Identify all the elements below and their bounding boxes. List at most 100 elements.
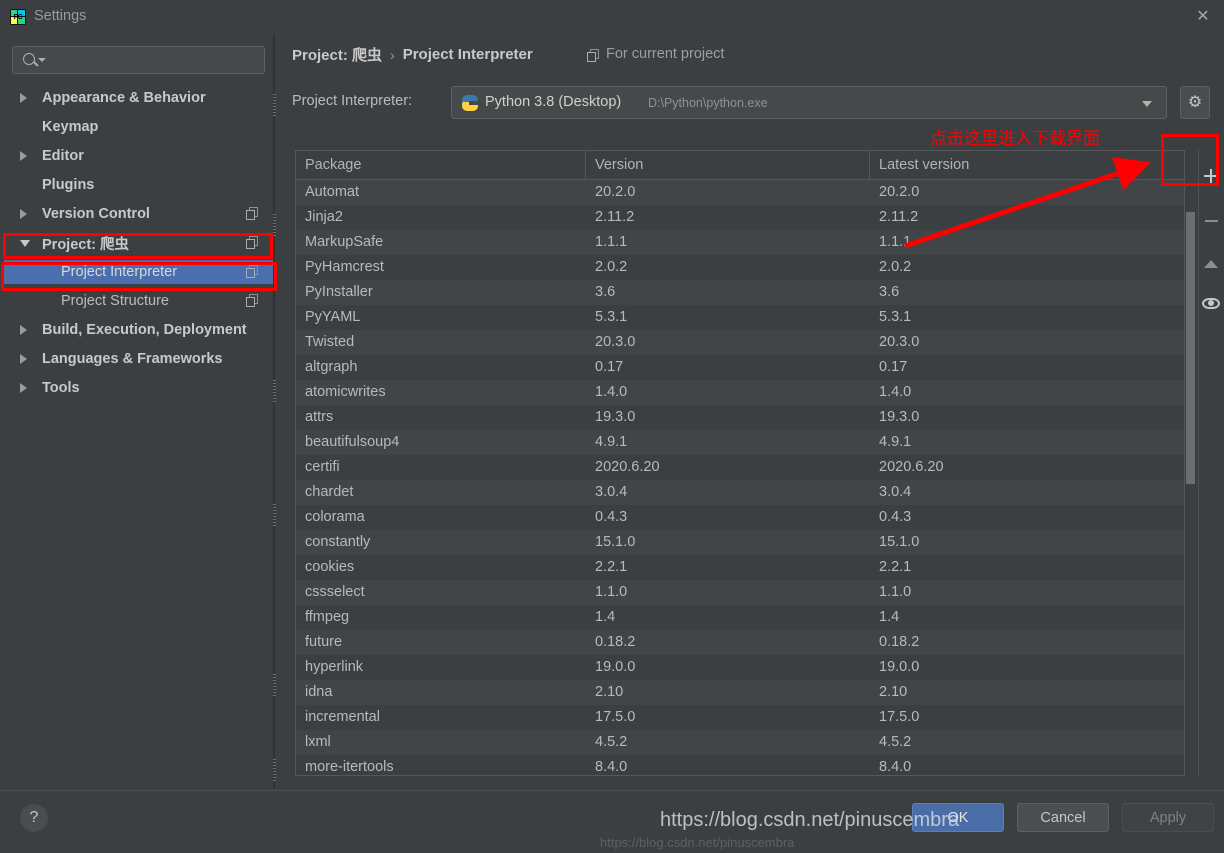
table-row[interactable]: constantly 15.1.0 15.1.0 (296, 530, 1184, 555)
cell-package: Automat (305, 184, 359, 200)
ok-button[interactable]: OK (912, 803, 1004, 832)
cell-version: 2.0.2 (595, 259, 628, 275)
search-icon (23, 53, 35, 65)
chevron-down-icon[interactable] (1142, 101, 1152, 107)
table-row[interactable]: Automat 20.2.0 20.2.0 (296, 180, 1184, 205)
gear-button[interactable]: ⚙ (1180, 86, 1210, 119)
cell-latest-version: 4.9.1 (879, 434, 912, 450)
chevron-right-icon[interactable] (20, 209, 27, 219)
interpreter-name: Python 3.8 (Desktop) (485, 94, 622, 110)
column-divider[interactable] (585, 151, 586, 180)
interpreter-select[interactable]: Python 3.8 (Desktop) D:\Python\python.ex… (451, 86, 1167, 119)
column-header-latest[interactable]: Latest version (879, 157, 969, 173)
table-row[interactable]: beautifulsoup4 4.9.1 4.9.1 (296, 430, 1184, 455)
search-box[interactable] (12, 46, 265, 74)
sidebar-item-label: Languages & Frameworks (42, 351, 223, 367)
cancel-button[interactable]: Cancel (1017, 803, 1109, 832)
sidebar-item-tools[interactable]: Tools (4, 376, 273, 400)
table-row[interactable]: future 0.18.2 0.18.2 (296, 630, 1184, 655)
cell-version: 0.17 (595, 359, 624, 375)
close-icon[interactable]: ✕ (1190, 5, 1216, 29)
add-package-button[interactable] (1199, 162, 1223, 190)
sidebar-item-build-execution-deployment[interactable]: Build, Execution, Deployment (4, 318, 273, 342)
table-row[interactable]: PyHamcrest 2.0.2 2.0.2 (296, 255, 1184, 280)
chevron-right-icon[interactable] (20, 325, 27, 335)
sidebar-item-keymap[interactable]: Keymap (4, 115, 273, 139)
table-row[interactable]: Twisted 20.3.0 20.3.0 (296, 330, 1184, 355)
sidebar-item-label: Version Control (42, 206, 150, 222)
cell-package: cookies (305, 559, 355, 575)
table-row[interactable]: altgraph 0.17 0.17 (296, 355, 1184, 380)
sidebar-item-editor[interactable]: Editor (4, 144, 273, 168)
table-row[interactable]: ffmpeg 1.4 1.4 (296, 605, 1184, 630)
table-row[interactable]: incremental 17.5.0 17.5.0 (296, 705, 1184, 730)
plus-icon (1203, 175, 1219, 177)
for-current-project[interactable]: For current project (587, 46, 724, 62)
cell-latest-version: 8.4.0 (879, 759, 912, 775)
pycharm-icon: PC (10, 9, 26, 25)
cell-package: cssselect (305, 584, 365, 600)
breadcrumb-separator: › (390, 46, 395, 63)
cell-package: constantly (305, 534, 371, 550)
chevron-down-icon[interactable] (38, 58, 46, 62)
sidebar-item-appearance-behavior[interactable]: Appearance & Behavior (4, 86, 273, 110)
column-divider[interactable] (869, 151, 870, 180)
sidebar-item-version-control[interactable]: Version Control (4, 202, 273, 226)
cell-latest-version: 0.18.2 (879, 634, 920, 650)
table-row[interactable]: lxml 4.5.2 4.5.2 (296, 730, 1184, 755)
cell-version: 20.2.0 (595, 184, 636, 200)
sidebar-item-plugins[interactable]: Plugins (4, 173, 273, 197)
column-header-package[interactable]: Package (305, 157, 361, 173)
search-input[interactable] (47, 51, 257, 71)
table-row[interactable]: Jinja2 2.11.2 2.11.2 (296, 205, 1184, 230)
chevron-right-icon[interactable] (20, 383, 27, 393)
cell-latest-version: 4.5.2 (879, 734, 912, 750)
table-row[interactable]: attrs 19.3.0 19.3.0 (296, 405, 1184, 430)
package-toolbar (1198, 150, 1222, 776)
cell-latest-version: 0.17 (879, 359, 908, 375)
sidebar-item-project-structure[interactable]: Project Structure (4, 289, 273, 313)
table-row[interactable]: colorama 0.4.3 0.4.3 (296, 505, 1184, 530)
cell-latest-version: 1.1.1 (879, 234, 912, 250)
interpreter-path: D:\Python\python.exe (648, 96, 768, 110)
cell-package: attrs (305, 409, 334, 425)
table-row[interactable]: atomicwrites 1.4.0 1.4.0 (296, 380, 1184, 405)
gear-icon: ⚙ (1187, 93, 1203, 111)
cell-package: PyInstaller (305, 284, 373, 300)
chevron-right-icon[interactable] (20, 354, 27, 364)
dialog-footer: ? OK Cancel Apply https://blog.csdn.net/… (0, 790, 1224, 853)
chevron-right-icon[interactable] (20, 151, 27, 161)
table-row[interactable]: more-itertools 8.4.0 8.4.0 (296, 755, 1184, 775)
table-row[interactable]: PyInstaller 3.6 3.6 (296, 280, 1184, 305)
sidebar-item-project[interactable]: Project: 爬虫 (4, 231, 273, 255)
table-row[interactable]: cookies 2.2.1 2.2.1 (296, 555, 1184, 580)
table-row[interactable]: MarkupSafe 1.1.1 1.1.1 (296, 230, 1184, 255)
show-early-releases-button[interactable] (1199, 289, 1223, 317)
breadcrumb-root[interactable]: Project: 爬虫 (292, 44, 382, 65)
cell-latest-version: 3.0.4 (879, 484, 912, 500)
column-header-version[interactable]: Version (595, 157, 643, 173)
scrollbar-thumb[interactable] (1186, 212, 1195, 484)
sidebar-item-languages-frameworks[interactable]: Languages & Frameworks (4, 347, 273, 371)
cell-version: 1.4 (595, 609, 616, 625)
upgrade-package-button[interactable] (1199, 250, 1223, 278)
table-row[interactable]: certifi 2020.6.20 2020.6.20 (296, 455, 1184, 480)
table-row[interactable]: PyYAML 5.3.1 5.3.1 (296, 305, 1184, 330)
table-scrollbar[interactable] (1185, 156, 1196, 770)
interpreter-row: Project Interpreter: Python 3.8 (Desktop… (292, 86, 1210, 120)
chevron-down-icon[interactable] (20, 240, 30, 247)
table-row[interactable]: idna 2.10 2.10 (296, 680, 1184, 705)
cell-version: 8.4.0 (595, 759, 628, 775)
sidebar-item-label: Appearance & Behavior (42, 90, 206, 106)
table-row[interactable]: hyperlink 19.0.0 19.0.0 (296, 655, 1184, 680)
table-row[interactable]: chardet 3.0.4 3.0.4 (296, 480, 1184, 505)
cell-package: beautifulsoup4 (305, 434, 400, 450)
remove-package-button[interactable] (1199, 207, 1223, 235)
cell-version: 0.4.3 (595, 509, 628, 525)
panel-splitter[interactable] (273, 34, 276, 788)
eye-pupil-icon (1208, 300, 1214, 306)
table-row[interactable]: cssselect 1.1.0 1.1.0 (296, 580, 1184, 605)
chevron-right-icon[interactable] (20, 93, 27, 103)
help-button[interactable]: ? (20, 804, 48, 832)
sidebar-item-project-interpreter[interactable]: Project Interpreter (4, 260, 273, 284)
